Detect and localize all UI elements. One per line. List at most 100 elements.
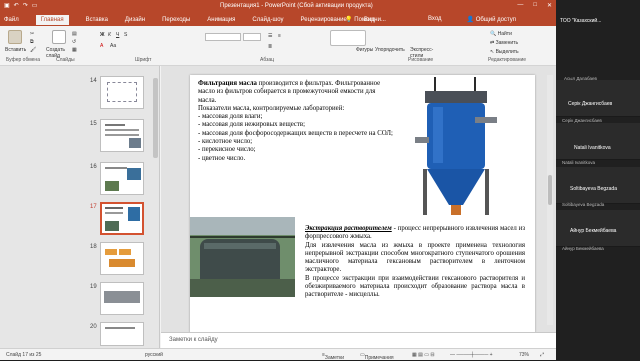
cut-icon[interactable]: ✂ bbox=[30, 31, 34, 37]
fit-slide-icon[interactable]: ⤢ bbox=[540, 352, 544, 358]
indicator-moisture: - массовая доля влаги; bbox=[198, 113, 263, 121]
minimize-button[interactable]: — bbox=[517, 2, 523, 9]
slide-thumbnail[interactable] bbox=[100, 322, 144, 346]
thumb-number: 15 bbox=[90, 121, 97, 127]
redo-icon[interactable]: ↷ bbox=[23, 2, 28, 9]
maximize-button[interactable]: □ bbox=[533, 2, 537, 9]
thumb-shape bbox=[109, 259, 135, 267]
font-color-icon[interactable]: A bbox=[100, 43, 103, 49]
section-icon[interactable]: ▦ bbox=[72, 47, 77, 53]
find-button[interactable]: 🔍 Найти bbox=[490, 31, 512, 37]
slide-thumbnail[interactable] bbox=[100, 76, 144, 109]
status-bar: Слайд 17 из 25 русский ≡ Заметки ▭ Приме… bbox=[0, 348, 556, 361]
tab-animation[interactable]: Анимация bbox=[207, 17, 235, 23]
layout-icon[interactable]: ▤ bbox=[72, 31, 77, 37]
filtration-text[interactable]: Фильтрация масла производится в фильтрах… bbox=[198, 80, 393, 163]
tabs-right: 💡 Помощни... Вход 👤 Общий доступ bbox=[345, 16, 550, 23]
slide-thumbnails-pane: 14 15 16 17 18 19 20 bbox=[0, 66, 160, 348]
slide-thumbnail[interactable] bbox=[100, 282, 144, 315]
participant-tile[interactable] bbox=[556, 123, 640, 160]
replace-label: Заменить bbox=[495, 40, 519, 46]
comments-toggle[interactable]: ▭ Примечания bbox=[360, 352, 394, 361]
thumb-photo bbox=[105, 181, 119, 191]
filtration-title: Фильтрация масла bbox=[198, 80, 257, 87]
extraction-paragraph-1: Экстракция растворителем - процесс непре… bbox=[305, 225, 525, 242]
replace-button[interactable]: ⇄ Заменить bbox=[490, 40, 518, 46]
underline-icon[interactable]: Ч bbox=[116, 32, 119, 38]
thumb-shape bbox=[105, 249, 117, 255]
highlight-icon[interactable]: Aa bbox=[110, 43, 116, 49]
close-button[interactable]: ✕ bbox=[547, 2, 552, 9]
thumb-photo bbox=[129, 138, 141, 148]
extraction-text[interactable]: Экстракция растворителем - процесс непре… bbox=[305, 225, 525, 300]
view-buttons[interactable]: ▦ ▤ ▭ ⊟ bbox=[412, 352, 435, 358]
slides-group-label: Слайды bbox=[56, 57, 75, 63]
thumb-line bbox=[105, 207, 123, 209]
participant-name: Soltibayeva Begzada bbox=[570, 186, 617, 192]
language-indicator[interactable]: русский bbox=[145, 352, 163, 358]
slide-counter: Слайд 17 из 25 bbox=[6, 352, 42, 358]
zoom-level[interactable]: 73% bbox=[519, 352, 529, 358]
signin-link[interactable]: Вход bbox=[428, 16, 442, 23]
thumb-line bbox=[105, 129, 139, 131]
new-slide-icon[interactable] bbox=[52, 30, 66, 44]
zoom-slider[interactable]: — ────┼──── + bbox=[450, 352, 493, 358]
font-group-label: Шрифт bbox=[135, 57, 152, 63]
paste-label[interactable]: Вставить bbox=[5, 47, 26, 53]
participant-name: ТОО "Казахский... bbox=[560, 18, 602, 24]
thumb-line bbox=[105, 327, 135, 329]
notes-toggle[interactable]: ≡ Заметки bbox=[322, 352, 344, 361]
copy-icon[interactable]: ⧉ bbox=[30, 39, 34, 45]
thumb-line bbox=[105, 124, 125, 126]
numbering-icon[interactable]: ≡ bbox=[278, 33, 281, 39]
title-bar: ▣ ↶ ↷ ▭ Презентация1 - PowerPoint (Сбой … bbox=[0, 0, 556, 13]
slide-17[interactable]: Фильтрация масла производится в фильтрах… bbox=[190, 75, 535, 333]
font-size-box[interactable] bbox=[243, 33, 261, 41]
indicator-nonfat: - массовая доля нежировых веществ; bbox=[198, 121, 305, 129]
tab-home[interactable]: Главная bbox=[35, 15, 69, 25]
shapes-label[interactable]: Фигуры bbox=[356, 47, 373, 53]
bullets-icon[interactable]: ☰ bbox=[268, 33, 272, 39]
tab-transitions[interactable]: Переходы bbox=[162, 17, 190, 23]
tab-slideshow[interactable]: Слайд-шоу bbox=[252, 17, 283, 23]
thumb-line bbox=[105, 167, 127, 169]
tab-design[interactable]: Дизайн bbox=[125, 17, 145, 23]
canvas-scrollbar[interactable] bbox=[547, 75, 553, 325]
participant-name: Natali Ivanitkova bbox=[574, 145, 611, 151]
participant-tile[interactable] bbox=[556, 80, 640, 117]
extraction-tank-image[interactable] bbox=[190, 217, 295, 297]
tab-review[interactable]: Рецензирование bbox=[301, 17, 347, 23]
font-controls-area bbox=[92, 32, 192, 52]
help-search[interactable]: 💡 Помощни... bbox=[345, 16, 403, 23]
align-icon[interactable]: ≣ bbox=[268, 44, 272, 50]
comments-toggle-label: Примечания bbox=[364, 355, 394, 361]
find-label: Найти bbox=[497, 31, 512, 37]
strikethrough-icon[interactable]: S bbox=[124, 32, 127, 38]
thumbnails-scrollbar[interactable] bbox=[153, 78, 158, 158]
select-button[interactable]: ↖ Выделить bbox=[490, 49, 519, 55]
share-button[interactable]: 👤 Общий доступ bbox=[467, 16, 533, 23]
italic-icon[interactable]: К bbox=[108, 32, 111, 38]
thumb-number: 16 bbox=[90, 164, 97, 170]
slide-thumbnail-selected[interactable] bbox=[100, 202, 144, 235]
scrollbar-thumb[interactable] bbox=[548, 175, 552, 205]
tab-file[interactable]: Файл bbox=[4, 17, 19, 23]
slide-thumbnail[interactable] bbox=[100, 162, 144, 195]
slide-thumbnail[interactable] bbox=[100, 242, 144, 275]
shapes-gallery[interactable] bbox=[330, 30, 366, 46]
notes-pane[interactable]: Заметки к слайду bbox=[161, 332, 556, 348]
undo-icon[interactable]: ↶ bbox=[14, 2, 19, 9]
slide-thumbnail[interactable] bbox=[100, 119, 144, 152]
bold-icon[interactable]: Ж bbox=[100, 32, 105, 38]
tab-insert[interactable]: Вставка bbox=[86, 17, 108, 23]
font-name-box[interactable] bbox=[205, 33, 241, 41]
paragraph-group-label: Абзац bbox=[260, 57, 275, 63]
reset-icon[interactable]: ↺ bbox=[72, 39, 76, 45]
format-painter-icon[interactable]: 🖌 bbox=[30, 47, 36, 53]
arrange-label[interactable]: Упорядочить bbox=[375, 47, 405, 53]
save-icon[interactable]: ▣ bbox=[4, 2, 10, 9]
share-label: Общий доступ bbox=[475, 17, 516, 23]
slideshow-icon[interactable]: ▭ bbox=[32, 2, 38, 9]
paste-icon[interactable] bbox=[8, 30, 22, 44]
filter-vessel-image[interactable] bbox=[405, 77, 515, 227]
